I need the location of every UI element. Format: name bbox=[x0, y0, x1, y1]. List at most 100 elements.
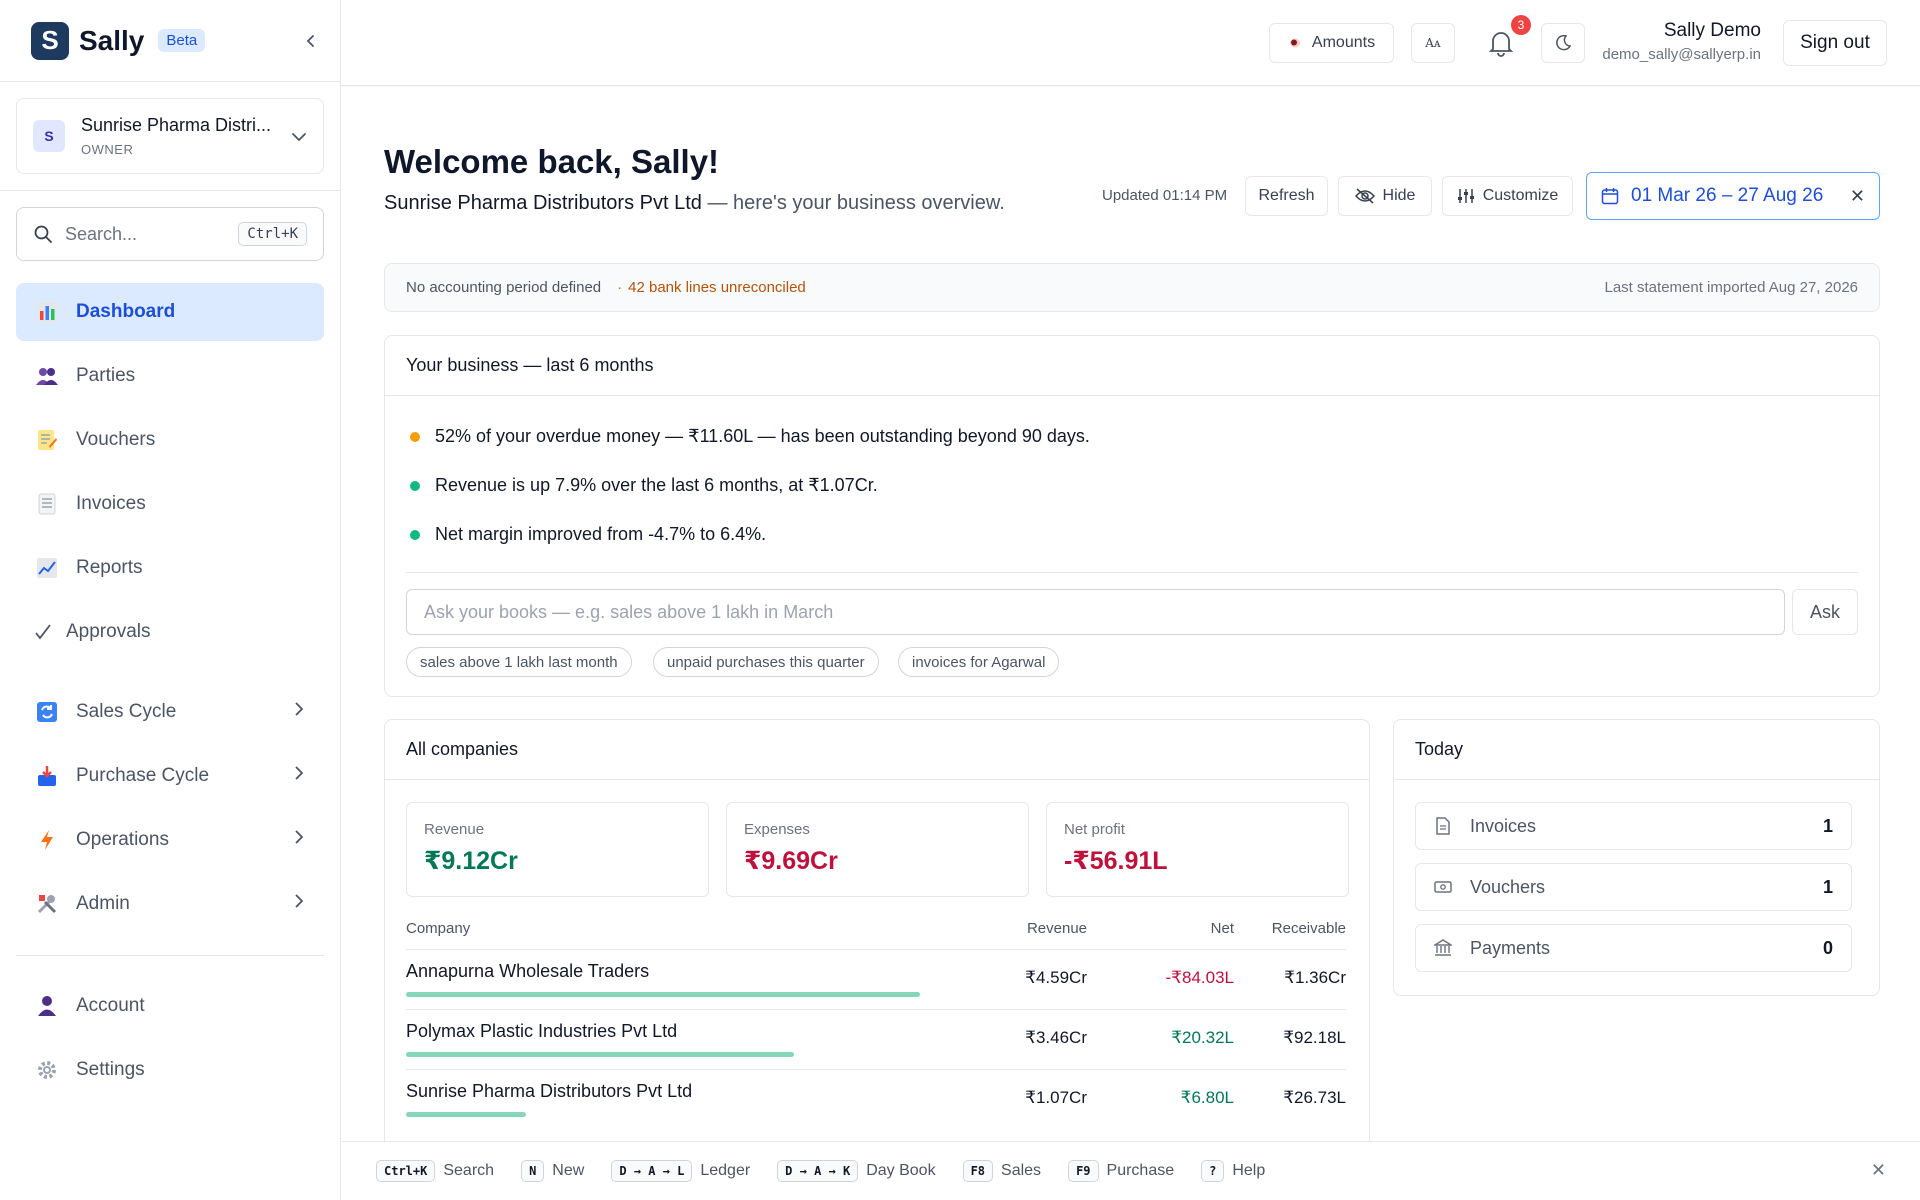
ask-button[interactable]: Ask bbox=[1792, 589, 1858, 635]
business-insights-card: Your business — last 6 months 52% of you… bbox=[384, 335, 1880, 697]
last-statement: Last statement imported Aug 27, 2026 bbox=[1604, 279, 1859, 296]
kpi-net-profit: Net profit -₹56.91L bbox=[1046, 802, 1349, 897]
today-title: Today bbox=[1394, 720, 1879, 780]
shortcut-sales[interactable]: F8 Sales bbox=[962, 1160, 1041, 1182]
sidebar: S Sally Beta S Sunrise Pharma Distri... … bbox=[0, 0, 341, 1200]
page-title: Welcome back, Sally! bbox=[384, 143, 720, 180]
memo-icon bbox=[34, 427, 60, 453]
column-company: Company bbox=[406, 920, 471, 937]
sidebar-item-purchase-cycle[interactable]: Purchase Cycle bbox=[16, 747, 324, 805]
sidebar-item-settings[interactable]: Settings bbox=[16, 1041, 324, 1099]
sidebar-item-account[interactable]: Account bbox=[16, 977, 324, 1035]
user-info: Sally Demo demo_sally@sallyerp.in bbox=[1601, 20, 1761, 63]
table-row[interactable]: Annapurna Wholesale Traders ₹4.59Cr -₹84… bbox=[406, 950, 1346, 1010]
check-icon bbox=[30, 619, 56, 645]
status-bar: No accounting period defined · 42 bank l… bbox=[384, 263, 1880, 312]
search-shortcut: Ctrl+K bbox=[238, 222, 307, 246]
moon-icon bbox=[1556, 34, 1572, 51]
column-revenue: Revenue bbox=[1026, 920, 1087, 937]
sidebar-search[interactable]: Search... Ctrl+K bbox=[16, 207, 324, 261]
divider bbox=[406, 572, 1858, 573]
unreconciled-link[interactable]: 42 bank lines unreconciled bbox=[628, 279, 806, 296]
subtitle-company: Sunrise Pharma Distributors Pvt Ltd bbox=[384, 192, 702, 214]
sidebar-item-reports[interactable]: Reports bbox=[16, 539, 324, 597]
font-size-button[interactable]: Aᴀ bbox=[1411, 23, 1455, 63]
company-name: Sunrise Pharma Distri... bbox=[81, 115, 272, 135]
table-row[interactable]: Sunrise Pharma Distributors Pvt Ltd ₹1.0… bbox=[406, 1070, 1346, 1130]
customize-button[interactable]: Customize bbox=[1442, 176, 1573, 216]
bar-chart-icon bbox=[34, 299, 60, 325]
insight-dot bbox=[410, 480, 420, 491]
sliders-icon bbox=[1457, 189, 1474, 203]
tools-icon bbox=[34, 891, 60, 917]
person-icon bbox=[34, 993, 60, 1019]
keyboard-shortcuts-bar: Ctrl+K Search N New D → A → L Ledger D → A … bbox=[341, 1141, 1920, 1200]
bell-icon bbox=[1488, 32, 1514, 57]
chevron-right-icon bbox=[294, 701, 304, 723]
clear-date-icon[interactable]: ✕ bbox=[1850, 186, 1865, 207]
shortcut-ledger[interactable]: D → A → L Ledger bbox=[611, 1160, 750, 1182]
today-invoices[interactable]: Invoices 1 bbox=[1415, 802, 1852, 850]
sidebar-item-sales-cycle[interactable]: Sales Cycle bbox=[16, 683, 324, 741]
company-switcher[interactable]: S Sunrise Pharma Distri... OWNER bbox=[16, 98, 324, 174]
revenue-share-bar bbox=[406, 1052, 794, 1057]
date-range-text: 01 Mar 26 – 27 Aug 26 bbox=[1631, 185, 1824, 206]
app-logo: S bbox=[31, 21, 69, 60]
period-status: No accounting period defined bbox=[406, 279, 602, 296]
shortcut-new[interactable]: N New bbox=[521, 1160, 584, 1182]
suggestion-chip[interactable]: sales above 1 lakh last month bbox=[406, 647, 632, 677]
insight-dot bbox=[410, 529, 420, 540]
inbox-icon bbox=[34, 763, 60, 789]
sign-out-button[interactable]: Sign out bbox=[1783, 20, 1887, 66]
shortcut-day-book[interactable]: D → A → K Day Book bbox=[777, 1160, 936, 1182]
page-subtitle: Sunrise Pharma Distributors Pvt Ltd — he… bbox=[384, 192, 1005, 215]
amounts-toggle-button[interactable]: Amounts bbox=[1269, 23, 1394, 63]
sidebar-item-approvals[interactable]: Approvals bbox=[16, 603, 324, 661]
file-icon bbox=[1436, 817, 1450, 835]
company-role: OWNER bbox=[81, 142, 134, 157]
collapse-sidebar-icon[interactable] bbox=[304, 28, 318, 54]
today-vouchers[interactable]: Vouchers 1 bbox=[1415, 863, 1852, 911]
chevron-right-icon bbox=[294, 829, 304, 851]
shortcut-help[interactable]: ? Help bbox=[1201, 1160, 1265, 1182]
shortcut-purchase[interactable]: F9 Purchase bbox=[1068, 1160, 1174, 1182]
dark-mode-button[interactable] bbox=[1541, 23, 1585, 63]
sidebar-item-invoices[interactable]: Invoices bbox=[16, 475, 324, 533]
user-email: demo_sally@sallyerp.in bbox=[1602, 46, 1761, 63]
company-avatar: S bbox=[33, 120, 65, 152]
search-icon bbox=[34, 225, 52, 243]
today-payments[interactable]: Payments 0 bbox=[1415, 924, 1852, 972]
shortcut-search[interactable]: Ctrl+K Search bbox=[376, 1160, 494, 1182]
table-row[interactable]: Polymax Plastic Industries Pvt Ltd ₹3.46… bbox=[406, 1010, 1346, 1070]
hide-button[interactable]: Hide bbox=[1338, 176, 1432, 216]
close-shortcuts-icon[interactable]: ✕ bbox=[1871, 1160, 1886, 1181]
notifications-button[interactable]: 3 bbox=[1479, 15, 1531, 63]
sidebar-item-dashboard[interactable]: Dashboard bbox=[16, 283, 324, 341]
bank-icon bbox=[1434, 939, 1452, 956]
revenue-share-bar bbox=[406, 992, 920, 997]
suggestion-chip[interactable]: unpaid purchases this quarter bbox=[653, 647, 879, 677]
insights-title: Your business — last 6 months bbox=[385, 336, 1879, 396]
suggestion-chip[interactable]: invoices for Agarwal bbox=[898, 647, 1060, 677]
sidebar-item-operations[interactable]: Operations bbox=[16, 811, 324, 869]
brand-header: S Sally Beta bbox=[0, 0, 340, 82]
search-placeholder: Search... bbox=[65, 223, 138, 244]
date-range-picker[interactable]: 01 Mar 26 – 27 Aug 26 ✕ bbox=[1586, 172, 1880, 220]
updated-time: Updated 01:14 PM bbox=[1102, 187, 1228, 204]
refresh-button[interactable]: Refresh bbox=[1245, 176, 1328, 216]
user-name: Sally Demo bbox=[1663, 20, 1761, 41]
sidebar-item-vouchers[interactable]: Vouchers bbox=[16, 411, 324, 469]
revenue-share-bar bbox=[406, 1112, 526, 1117]
chevron-right-icon bbox=[294, 765, 304, 787]
sidebar-item-parties[interactable]: Parties bbox=[16, 347, 324, 405]
today-card: Today Invoices 1 Vouchers 1 Payments 0 bbox=[1393, 719, 1880, 996]
ask-books-input[interactable] bbox=[406, 589, 1785, 635]
sidebar-item-admin[interactable]: Admin bbox=[16, 875, 324, 933]
beta-badge: Beta bbox=[158, 29, 206, 52]
sidebar-divider bbox=[16, 955, 324, 956]
eye-icon bbox=[1289, 38, 1300, 48]
chevron-right-icon bbox=[294, 893, 304, 915]
notification-badge: 3 bbox=[1511, 15, 1531, 35]
main-content: Welcome back, Sally! Sunrise Pharma Dist… bbox=[341, 87, 1920, 1149]
document-icon bbox=[34, 491, 60, 517]
